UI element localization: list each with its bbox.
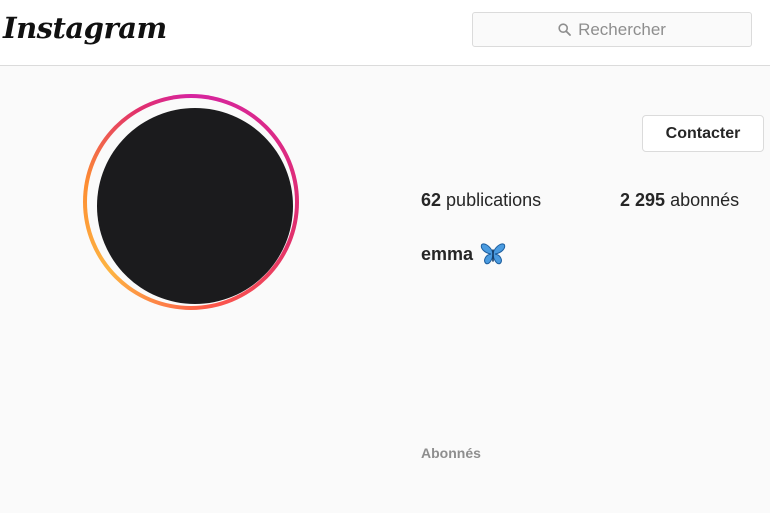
username-text: emma [421,243,474,264]
followers-section-label[interactable]: Abonnés [421,445,481,461]
profile-avatar [97,108,293,304]
posts-label: publications [446,190,542,210]
search-icon [558,23,571,36]
followers-label: abonnés [670,190,740,210]
followers-stat[interactable]: 2 295 abonnés [620,190,739,211]
contact-button[interactable]: Contacter [642,115,764,152]
search-box[interactable]: Rechercher [472,12,752,47]
profile-display-name: emma [421,242,506,266]
instagram-logo[interactable]: Instagram [3,11,167,45]
avatar-gap [87,98,295,306]
followers-count: 2 295 [620,190,666,210]
search-placeholder: Rechercher [578,19,666,39]
posts-stat: 62 publications [421,190,541,211]
profile-avatar-story-ring[interactable] [83,94,299,310]
posts-count: 62 [421,190,442,210]
butterfly-icon [480,243,506,265]
top-navigation-bar: Instagram Rechercher [0,0,770,66]
